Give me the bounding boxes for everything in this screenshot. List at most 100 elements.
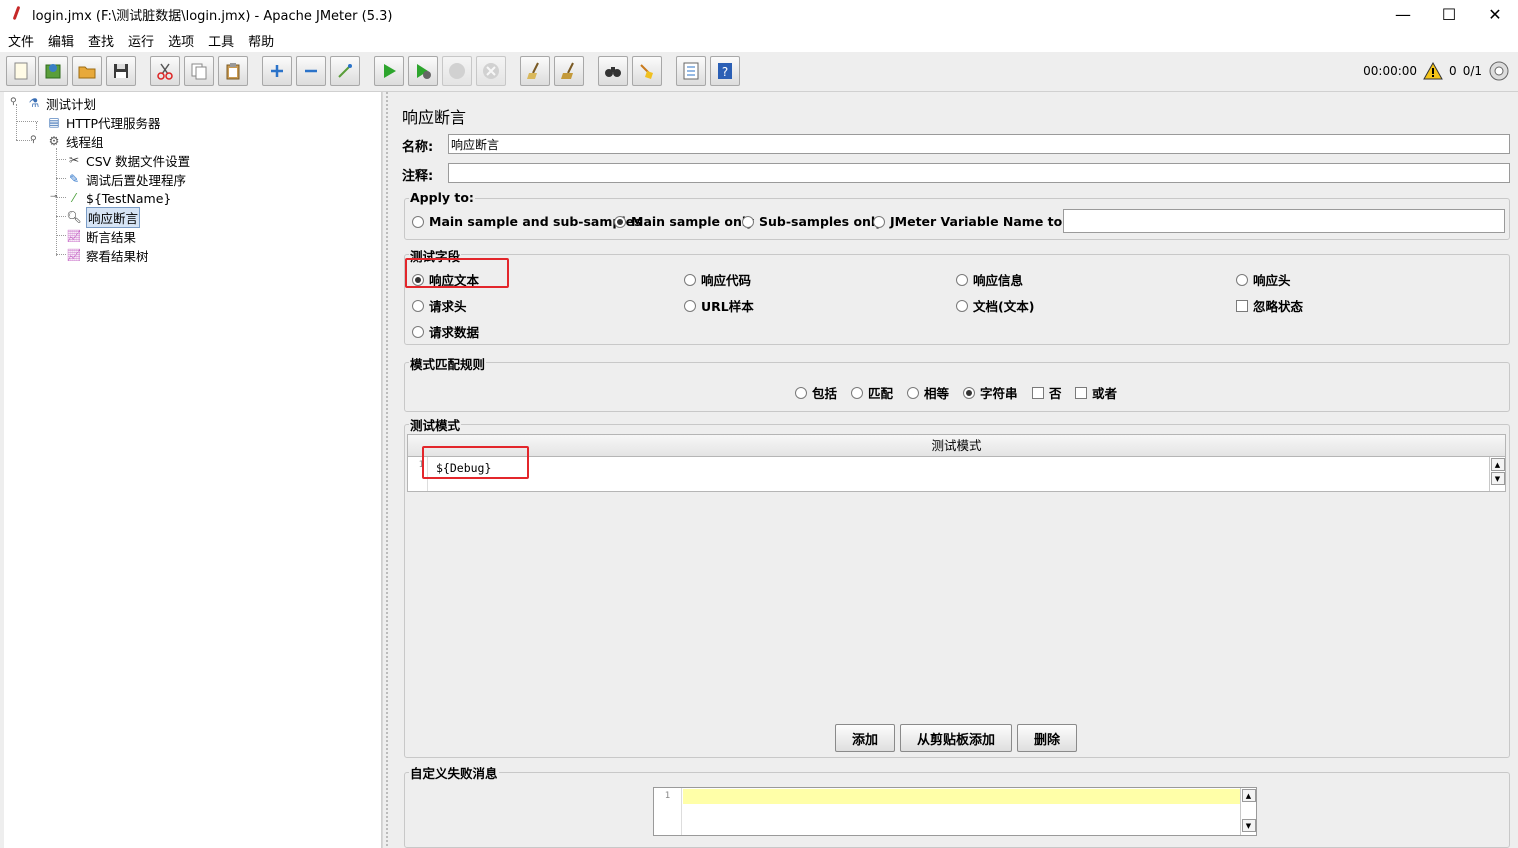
menu-file[interactable]: 文件 [0,31,40,50]
graph-icon: 📈︎ [66,248,82,262]
radio-main-only[interactable]: Main sample only [614,214,754,229]
start-button[interactable] [374,56,404,86]
minimize-button[interactable]: — [1380,0,1426,28]
comment-label: 注释: [402,169,434,184]
test-patterns-column-header[interactable]: 测试模式 [408,435,1505,457]
scroll-down-icon[interactable]: ▼ [1241,819,1256,832]
checkbox-not[interactable]: 否 [1032,383,1062,402]
scroll-up-icon[interactable]: ▲ [1490,458,1505,471]
open-button[interactable] [72,56,102,86]
search-button[interactable] [598,56,628,86]
radio-sub-only[interactable]: Sub-samples only [742,214,883,229]
cut-button[interactable] [150,56,180,86]
radio-request-data[interactable]: 请求数据 [412,322,479,341]
toolbar-status: 00:00:00 0 0/1 [1363,60,1510,82]
comment-input[interactable] [448,163,1510,183]
copy-icon [191,63,207,80]
clipboard-icon [226,63,240,80]
graph-icon: 📈︎ [66,229,82,243]
add-from-clipboard-button[interactable]: 从剪贴板添加 [900,724,1012,752]
menu-options[interactable]: 选项 [160,31,200,50]
clear-button[interactable] [520,56,550,86]
stop-button[interactable] [442,56,472,86]
tree-node-view-tree[interactable]: 📈︎ 察看结果树 [66,246,149,264]
tree-node-assertion[interactable]: 🔍︎ 响应断言 [66,206,141,228]
menu-search[interactable]: 查找 [80,31,120,50]
radio-main-and-sub[interactable]: Main sample and sub-samples [412,214,642,229]
custom-failure-title: 自定义失败消息 [409,763,499,782]
jmeter-variable-input[interactable] [1063,209,1505,233]
tree-node-csv[interactable]: ✂ CSV 数据文件设置 [66,151,190,169]
close-button[interactable]: ✕ [1472,0,1518,28]
templates-button[interactable] [38,56,68,86]
window-controls: — ☐ ✕ [1380,0,1518,28]
collapse-button[interactable] [296,56,326,86]
radio-url-sample[interactable]: URL样本 [684,296,754,315]
menu-tools[interactable]: 工具 [200,31,240,50]
tree-node-label: HTTP代理服务器 [66,115,161,131]
start-no-pause-button[interactable] [408,56,438,86]
shutdown-button[interactable] [476,56,506,86]
patterns-scrollbar[interactable]: ▲ ▼ [1489,457,1505,491]
assertion-panel: 响应断言 名称: 注释: Apply to: Main sample and s… [392,92,1518,848]
radio-document[interactable]: 文档(文本) [956,296,1034,315]
radio-equals[interactable]: 相等 [907,383,949,402]
reset-search-button[interactable] [632,56,662,86]
help-button[interactable]: ? [710,56,740,86]
tree-toggle-sampler[interactable]: ⊸ [50,193,59,202]
new-button[interactable] [6,56,36,86]
tree-node-assertion-results[interactable]: 📈︎ 断言结果 [66,227,136,245]
toggle-button[interactable] [330,56,360,86]
radio-response-code[interactable]: 响应代码 [684,270,751,289]
templates-icon [45,64,61,79]
broom-all-icon [561,62,574,79]
svg-text:?: ? [722,65,728,79]
menu-edit[interactable]: 编辑 [40,31,80,50]
expand-button[interactable] [262,56,292,86]
tree-node-sampler[interactable]: ⁄ ${TestName} [66,189,171,207]
radio-substring[interactable]: 字符串 [963,383,1018,402]
tree-node-thread-group[interactable]: ⚙ 线程组 [46,132,104,150]
elapsed-timer: 00:00:00 [1363,64,1418,78]
delete-button[interactable]: 删除 [1017,724,1077,752]
radio-contains[interactable]: 包括 [795,383,837,402]
plus-icon [271,65,283,77]
current-line-highlight [683,789,1241,804]
tree-node-label: 调试后置处理程序 [86,172,187,188]
maximize-button[interactable]: ☐ [1426,0,1472,28]
radio-response-headers[interactable]: 响应头 [1236,270,1291,289]
failure-scrollbar[interactable]: ▲ ▼ [1240,788,1256,835]
checkbox-ignore-status[interactable]: 忽略状态 [1236,296,1303,315]
tree-node-http-proxy[interactable]: ▤ HTTP代理服务器 [46,113,161,131]
pencil-icon: ✎ [68,172,80,186]
menu-run[interactable]: 运行 [120,31,160,50]
scroll-up-icon[interactable]: ▲ [1241,789,1256,802]
tree-node-label: 测试计划 [46,96,97,112]
tools-icon: ✂ [68,153,80,167]
warning-icon[interactable] [1423,62,1443,80]
tree-node-label: 察看结果树 [86,248,149,264]
name-input[interactable] [448,134,1510,154]
checkbox-or[interactable]: 或者 [1075,383,1117,402]
custom-failure-editor[interactable]: 1 ▲ ▼ [653,787,1257,836]
tree-node-debug-post[interactable]: ✎ 调试后置处理程序 [66,170,186,188]
tree-toggle-test-plan[interactable]: ⚲ [10,98,19,107]
paste-button[interactable] [218,56,248,86]
copy-button[interactable] [184,56,214,86]
panel-splitter[interactable] [382,92,392,848]
stop-icon [449,63,465,79]
radio-jmeter-variable[interactable]: JMeter Variable Name to use [873,214,1091,229]
tree-node-label: 响应断言 [86,206,141,228]
radio-response-message[interactable]: 响应信息 [956,270,1023,289]
tree-node-test-plan[interactable]: ⚗ 测试计划 [26,94,96,112]
scroll-down-icon[interactable]: ▼ [1490,472,1505,485]
menu-help[interactable]: 帮助 [240,31,280,50]
clear-all-button[interactable] [554,56,584,86]
tree-node-label: ${TestName} [86,190,172,206]
radio-request-headers[interactable]: 请求头 [412,296,467,315]
save-button[interactable] [106,56,136,86]
radio-matches[interactable]: 匹配 [851,383,893,402]
tree-toggle-thread-group[interactable]: ⚲ [30,136,39,145]
add-button[interactable]: 添加 [835,724,895,752]
function-helper-button[interactable] [676,56,706,86]
